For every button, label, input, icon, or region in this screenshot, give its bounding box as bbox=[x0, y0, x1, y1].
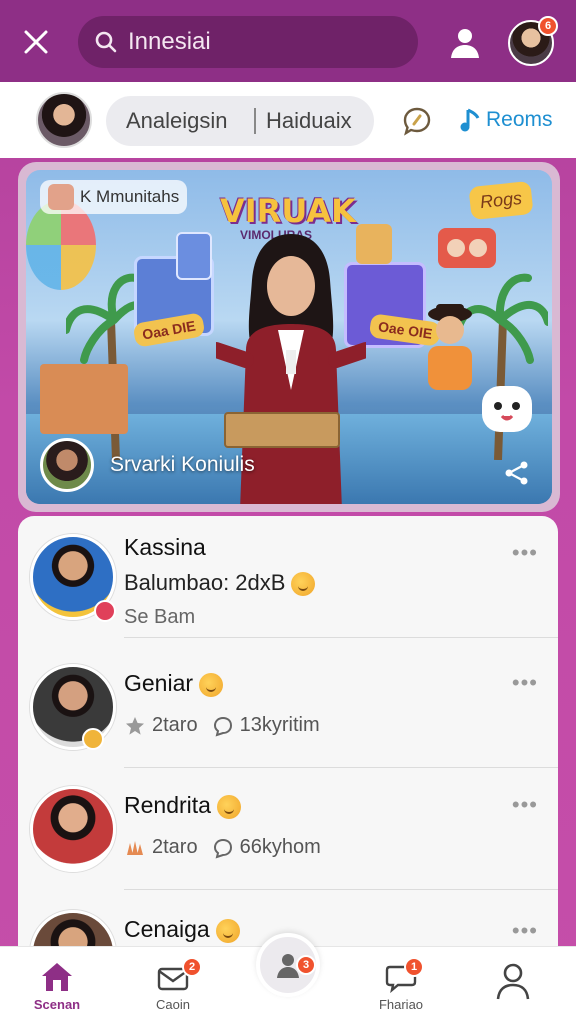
item-stats: 2taro 13kyritim bbox=[124, 714, 320, 737]
item-subtitle-text: Balumbao: 2dxB bbox=[124, 570, 286, 595]
chip-avatar bbox=[48, 184, 74, 210]
nav-inbox-label: Caoin bbox=[156, 997, 190, 1012]
person-icon bbox=[451, 29, 479, 58]
featured-card[interactable]: K Mmunitahs VIRUAK VIMOLURAS Rogs Oaa DI… bbox=[18, 162, 560, 512]
divider bbox=[124, 637, 558, 638]
share-button[interactable] bbox=[504, 460, 530, 486]
item-stats: 2taro 66kyhom bbox=[124, 836, 321, 859]
chat-bubbles-illustration bbox=[438, 228, 496, 268]
nav-home[interactable]: Scenan bbox=[12, 955, 102, 1021]
host-name: Srvarki Koniulis bbox=[110, 453, 255, 476]
chip-label: K Mmunitahs bbox=[80, 187, 180, 206]
list-item[interactable]: Rendrita 2taro 66kyhom ••• bbox=[18, 768, 558, 890]
nav-profile[interactable] bbox=[468, 955, 558, 1021]
search-icon bbox=[95, 31, 117, 53]
star-icon bbox=[126, 716, 144, 735]
search-text: Innesiai bbox=[128, 28, 211, 55]
close-icon bbox=[24, 30, 48, 54]
nav-chat[interactable]: Fhariao bbox=[356, 955, 446, 1021]
featured-banner: K Mmunitahs VIRUAK VIMOLURAS Rogs Oaa DI… bbox=[26, 170, 552, 504]
more-options-button[interactable]: ••• bbox=[512, 918, 538, 944]
more-options-button[interactable]: ••• bbox=[512, 670, 538, 696]
smile-emoji-icon bbox=[216, 794, 241, 819]
stat-likes: 2taro bbox=[152, 714, 198, 736]
smile-emoji-icon bbox=[291, 572, 316, 597]
feed-list: Kassina Balumbao: 2dxB Se Bam ••• Geniar… bbox=[18, 516, 558, 956]
music-note-icon bbox=[460, 108, 480, 132]
sub-bar: Analeigsin Haiduaix Reoms bbox=[0, 82, 576, 158]
item-name: Rendrita bbox=[124, 792, 241, 819]
center-badge: 3 bbox=[296, 955, 316, 975]
profile-button[interactable] bbox=[446, 24, 484, 62]
flame-icon bbox=[127, 840, 143, 855]
comment-icon bbox=[213, 838, 232, 859]
inbox-badge: 2 bbox=[182, 957, 202, 977]
nav-chat-label: Fhariao bbox=[378, 997, 424, 1012]
avatar-badge bbox=[82, 728, 104, 750]
hero-chip: K Mmunitahs bbox=[40, 180, 188, 214]
stat-likes: 2taro bbox=[152, 836, 198, 858]
character-illustration bbox=[428, 304, 472, 390]
comment-icon bbox=[213, 716, 232, 737]
list-item[interactable]: Geniar 2taro 13kyritim ••• bbox=[18, 646, 558, 768]
profile-card-illustration bbox=[176, 232, 212, 280]
smile-emoji-icon bbox=[215, 918, 240, 943]
nav-inbox[interactable]: Caoin bbox=[128, 955, 218, 1021]
item-detail: Se Bam bbox=[124, 606, 196, 628]
host-avatar[interactable] bbox=[40, 438, 94, 492]
chat-badge: 1 bbox=[404, 957, 424, 977]
item-name-text: Rendrita bbox=[124, 792, 211, 818]
hero-title: VIRUAK bbox=[220, 192, 356, 230]
more-options-button[interactable]: ••• bbox=[512, 540, 538, 566]
chat-bubble-icon bbox=[403, 107, 431, 136]
item-name-text: Geniar bbox=[124, 670, 194, 696]
list-item[interactable]: Kassina Balumbao: 2dxB Se Bam ••• bbox=[18, 516, 558, 638]
segment-pill[interactable]: Analeigsin Haiduaix bbox=[106, 96, 374, 146]
segment-left[interactable]: Analeigsin bbox=[126, 108, 228, 134]
close-button[interactable] bbox=[20, 26, 52, 58]
rooms-label: Reoms bbox=[486, 108, 553, 131]
chat-button[interactable] bbox=[402, 106, 432, 136]
item-name: Kassina bbox=[124, 534, 206, 560]
item-name: Geniar bbox=[124, 670, 224, 697]
share-icon bbox=[505, 461, 528, 485]
divider bbox=[254, 108, 256, 134]
bottom-navigation: Scenan Caoin 2 3 Fhariao 1 bbox=[0, 933, 576, 1024]
avatar[interactable] bbox=[36, 92, 92, 148]
stat-comments: 13kyritim bbox=[239, 714, 320, 736]
item-name-text: Cenaiga bbox=[124, 916, 210, 942]
mascot-illustration bbox=[482, 386, 532, 432]
nav-home-label: Scenan bbox=[33, 997, 81, 1012]
item-subtitle: Balumbao: 2dxB bbox=[124, 570, 316, 597]
host-row[interactable]: Srvarki Koniulis bbox=[40, 438, 255, 492]
smile-emoji-icon bbox=[199, 672, 224, 697]
divider bbox=[124, 889, 558, 890]
rooms-link[interactable]: Reoms bbox=[460, 106, 553, 134]
avatar[interactable] bbox=[30, 786, 116, 872]
search-input[interactable]: Innesiai bbox=[78, 16, 418, 68]
more-options-button[interactable]: ••• bbox=[512, 792, 538, 818]
profile-icon bbox=[496, 963, 530, 1000]
item-name: Cenaiga bbox=[124, 916, 240, 943]
top-bar: Innesiai 6 bbox=[0, 0, 576, 82]
notification-badge: 6 bbox=[538, 16, 558, 36]
avatar-badge bbox=[94, 600, 116, 622]
stat-comments: 66kyhom bbox=[239, 836, 321, 858]
home-icon bbox=[42, 963, 72, 991]
house-illustration bbox=[40, 364, 128, 434]
segment-right[interactable]: Haiduaix bbox=[266, 108, 352, 134]
